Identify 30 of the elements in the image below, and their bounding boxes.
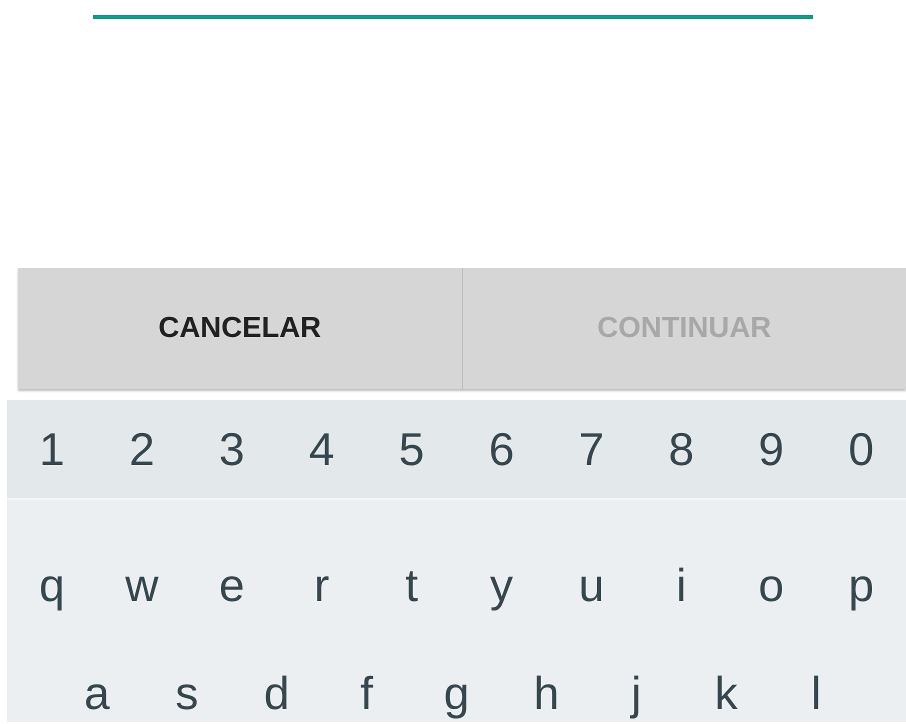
keyboard-key[interactable]: h <box>501 630 592 722</box>
keyboard-key[interactable]: i <box>636 500 726 630</box>
keyboard-key[interactable]: 7 <box>546 400 636 498</box>
keyboard-key[interactable]: t <box>366 500 457 630</box>
keyboard-key[interactable]: 5 <box>366 400 457 498</box>
cancel-button[interactable]: CANCELAR <box>146 298 334 358</box>
keyboard-key[interactable]: o <box>726 500 816 630</box>
keyboard-key[interactable]: 8 <box>636 400 726 498</box>
keyboard-key[interactable]: 6 <box>456 400 546 498</box>
keyboard-key[interactable]: l <box>771 630 862 722</box>
keyboard-key[interactable]: 1 <box>7 400 97 498</box>
keyboard-key[interactable]: u <box>546 500 636 630</box>
keyboard-key[interactable]: j <box>591 630 682 722</box>
keyboard-key[interactable]: 0 <box>816 400 906 498</box>
keyboard-key[interactable]: 9 <box>726 400 816 498</box>
keyboard-key[interactable]: d <box>232 630 322 722</box>
keyboard-key[interactable]: a <box>52 630 142 722</box>
keyboard-key[interactable]: f <box>322 630 412 722</box>
keyboard-key[interactable]: 4 <box>276 400 367 498</box>
keyboard-key[interactable]: w <box>96 500 187 630</box>
keyboard-key[interactable]: r <box>276 500 367 630</box>
keyboard-key[interactable]: 2 <box>96 400 187 498</box>
keyboard-key[interactable]: s <box>142 630 232 722</box>
keyboard-key[interactable]: k <box>681 630 772 722</box>
keyboard-key[interactable]: g <box>412 630 502 722</box>
keyboard-key[interactable]: q <box>7 500 97 630</box>
keyboard-key[interactable]: 3 <box>186 400 277 498</box>
keyboard-key[interactable]: p <box>816 500 906 630</box>
keyboard-key[interactable]: y <box>456 500 546 630</box>
keyboard-key[interactable]: e <box>186 500 277 630</box>
